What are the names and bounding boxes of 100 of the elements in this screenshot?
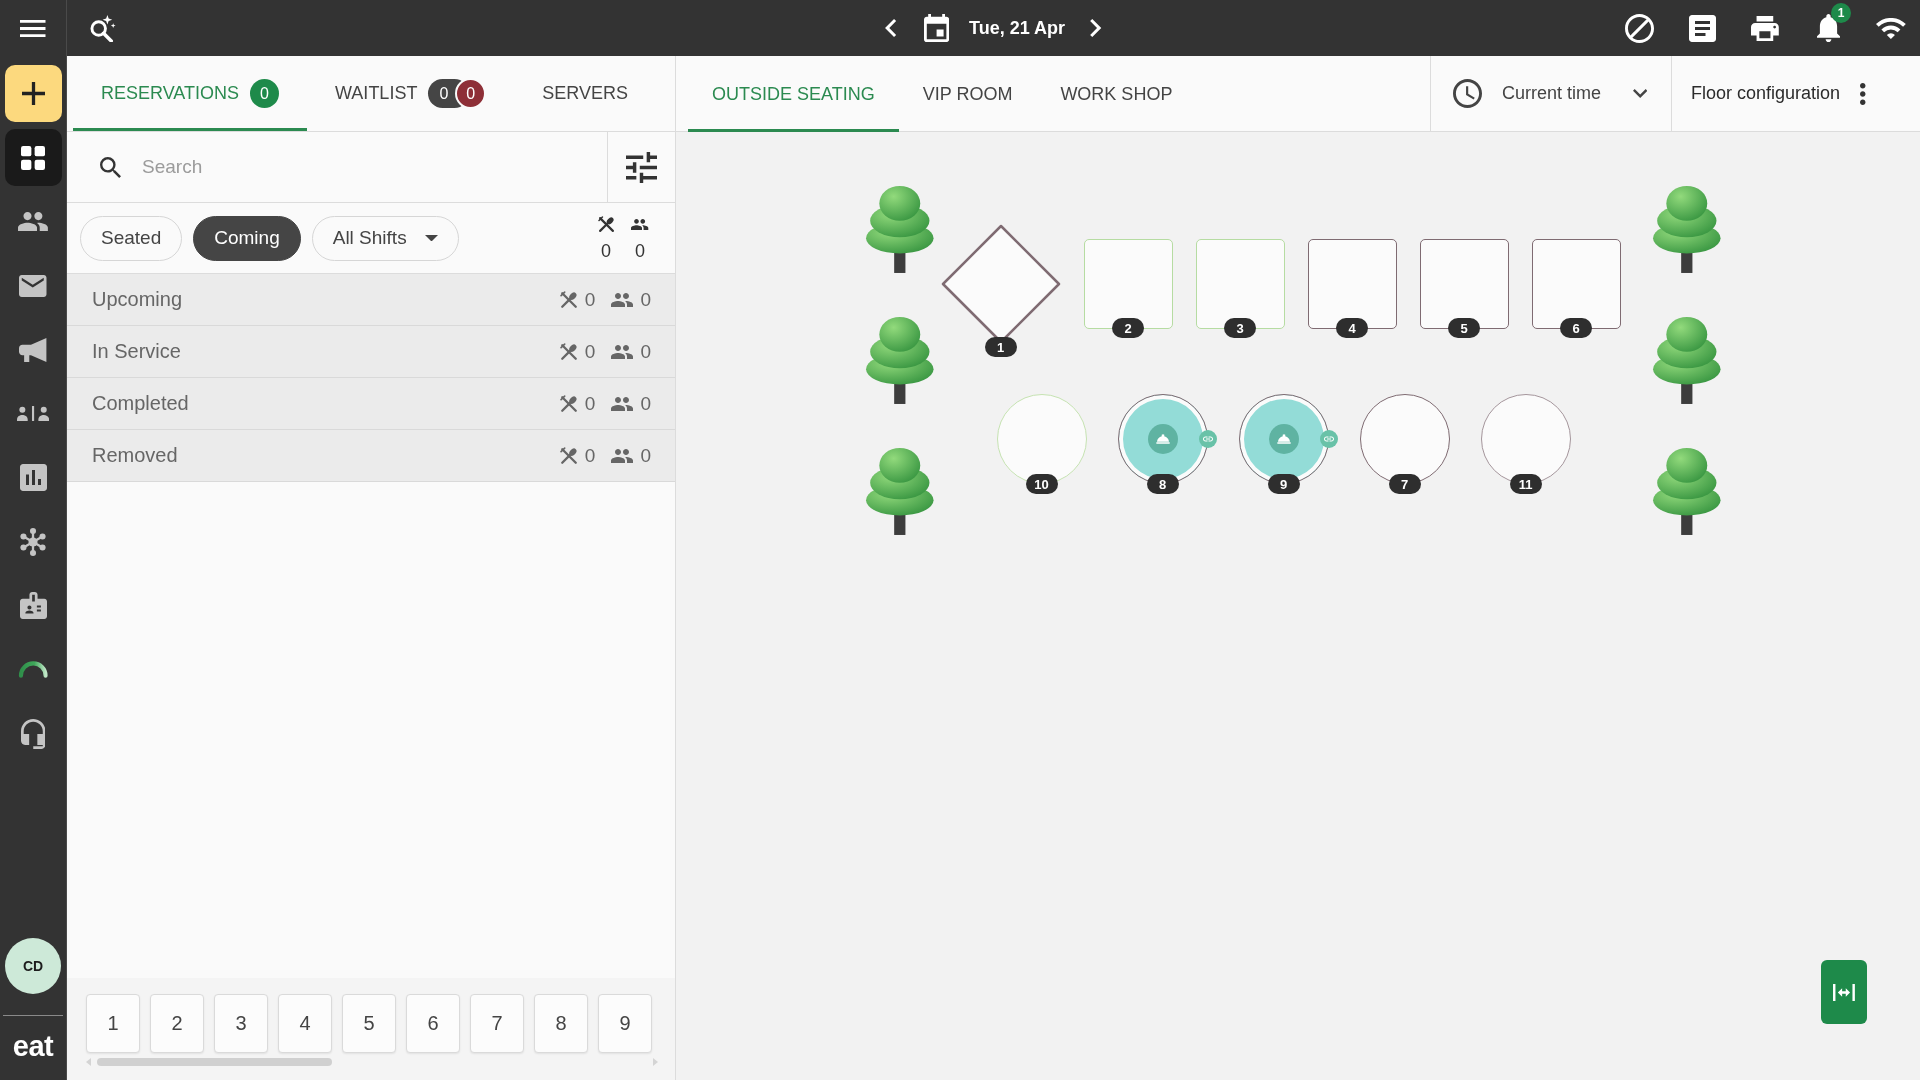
table-number-badge: 4 bbox=[1336, 318, 1369, 338]
clock-icon bbox=[1453, 79, 1482, 108]
status-group-row[interactable]: Upcoming 0 0 bbox=[67, 274, 675, 326]
status-group-row[interactable]: Removed 0 0 bbox=[67, 430, 675, 482]
cloche-icon bbox=[1268, 424, 1299, 454]
fit-width-icon bbox=[1833, 983, 1855, 1001]
prohibited-icon bbox=[1624, 13, 1654, 43]
count-badge: 0 bbox=[455, 78, 487, 109]
kebab-menu-icon bbox=[1860, 82, 1866, 105]
seating-divider-icon bbox=[16, 406, 50, 421]
list-tab[interactable]: WAITLIST 0 0 bbox=[307, 56, 515, 131]
chevron-left-icon bbox=[885, 19, 897, 37]
search-icon bbox=[100, 156, 121, 178]
bell-icon bbox=[1816, 14, 1840, 42]
cutlery-icon bbox=[559, 290, 578, 309]
date-label[interactable]: Tue, 21 Apr bbox=[969, 17, 1066, 39]
table-number-badge: 3 bbox=[1224, 318, 1257, 338]
plus-icon bbox=[21, 82, 45, 105]
table-number-badge: 7 bbox=[1388, 474, 1421, 494]
chevron-down-icon bbox=[1632, 89, 1647, 98]
add-button[interactable] bbox=[4, 65, 62, 122]
floor-tab[interactable]: WORK SHOP bbox=[1036, 56, 1197, 132]
status-group-row[interactable]: Completed 0 0 bbox=[67, 378, 675, 430]
number-key[interactable]: 5 bbox=[342, 994, 396, 1053]
tree-icon bbox=[864, 317, 936, 404]
people-icon bbox=[611, 448, 634, 463]
reservations-total: 0 bbox=[601, 240, 611, 261]
people-icon bbox=[611, 344, 634, 359]
reservations-count: 0 bbox=[584, 444, 596, 467]
covers-count: 0 bbox=[640, 340, 651, 363]
calendar-icon bbox=[923, 14, 950, 42]
reservations-count: 0 bbox=[584, 340, 596, 363]
cloche-icon bbox=[1147, 424, 1178, 454]
table-number-badge: 5 bbox=[1448, 318, 1481, 338]
filter-chip[interactable]: Seated bbox=[80, 215, 183, 261]
group-label: Upcoming bbox=[92, 288, 184, 311]
people-icon bbox=[611, 396, 634, 411]
horizontal-scrollbar[interactable] bbox=[86, 1056, 658, 1068]
group-label: Completed bbox=[92, 392, 190, 415]
fit-width-button[interactable] bbox=[1821, 960, 1867, 1024]
grid-nav-button[interactable] bbox=[4, 129, 62, 186]
number-key[interactable]: 6 bbox=[406, 994, 460, 1053]
filter-chip[interactable]: Coming bbox=[193, 215, 301, 261]
table-number-badge: 1 bbox=[984, 337, 1017, 357]
menu-icon bbox=[20, 19, 46, 37]
printer-icon bbox=[1751, 15, 1779, 41]
gauge-icon bbox=[17, 661, 49, 678]
people-icon bbox=[631, 218, 649, 230]
cutlery-icon bbox=[559, 446, 578, 465]
people-icon bbox=[18, 212, 48, 231]
sliders-icon bbox=[626, 151, 657, 183]
tree-icon bbox=[1650, 317, 1723, 404]
cutlery-icon bbox=[559, 342, 578, 361]
people-icon bbox=[611, 292, 634, 307]
tree-icon bbox=[1650, 448, 1723, 535]
notification-count-badge: 1 bbox=[1831, 3, 1851, 23]
floor-configuration-button[interactable]: Floor configuration bbox=[1691, 73, 1841, 114]
count-badge: 0 bbox=[250, 79, 280, 108]
number-key[interactable]: 7 bbox=[470, 994, 524, 1053]
tree-icon bbox=[864, 186, 936, 273]
number-key[interactable]: 1 bbox=[86, 994, 140, 1053]
headset-icon bbox=[20, 718, 46, 749]
reservations-count: 0 bbox=[584, 392, 596, 415]
network-icon bbox=[19, 527, 47, 556]
cutlery-icon bbox=[559, 394, 578, 413]
table-number-badge: 9 bbox=[1267, 474, 1300, 494]
shift-dropdown[interactable]: All Shifts bbox=[311, 215, 459, 261]
number-key[interactable]: 8 bbox=[534, 994, 588, 1053]
megaphone-icon bbox=[19, 337, 47, 362]
status-group-row[interactable]: In Service 0 0 bbox=[67, 326, 675, 378]
floor-tab[interactable]: VIP ROOM bbox=[898, 56, 1037, 132]
table-number-badge: 8 bbox=[1146, 474, 1179, 494]
reservations-count: 0 bbox=[584, 288, 596, 311]
bar-chart-icon bbox=[19, 464, 47, 491]
document-icon bbox=[1688, 14, 1716, 42]
user-avatar[interactable]: CD bbox=[5, 938, 61, 994]
covers-count: 0 bbox=[640, 444, 651, 467]
app-logo: eat bbox=[12, 1029, 54, 1064]
number-key[interactable]: 9 bbox=[598, 994, 652, 1053]
covers-count: 0 bbox=[640, 288, 651, 311]
time-select[interactable]: Current time bbox=[1430, 56, 1671, 131]
tree-icon bbox=[864, 448, 936, 535]
number-key[interactable]: 2 bbox=[150, 994, 204, 1053]
wifi-icon bbox=[1876, 17, 1906, 39]
table-number-badge: 11 bbox=[1509, 474, 1542, 494]
cutlery-icon bbox=[597, 215, 615, 233]
group-label: Removed bbox=[92, 444, 179, 467]
group-label: In Service bbox=[92, 340, 182, 363]
tree-icon bbox=[1650, 186, 1723, 273]
mail-icon bbox=[19, 274, 47, 297]
number-key[interactable]: 4 bbox=[278, 994, 332, 1053]
number-key[interactable]: 3 bbox=[214, 994, 268, 1053]
table-number-badge: 2 bbox=[1112, 318, 1145, 338]
search-input[interactable]: Search bbox=[142, 147, 591, 187]
list-tab[interactable]: RESERVATIONS 0 bbox=[73, 56, 308, 131]
list-tab[interactable]: SERVERS bbox=[514, 56, 656, 131]
chevron-right-icon bbox=[1090, 19, 1102, 37]
grid-icon bbox=[21, 145, 45, 170]
sparkle-search-icon bbox=[89, 14, 117, 42]
table-number-badge: 10 bbox=[1025, 474, 1058, 494]
